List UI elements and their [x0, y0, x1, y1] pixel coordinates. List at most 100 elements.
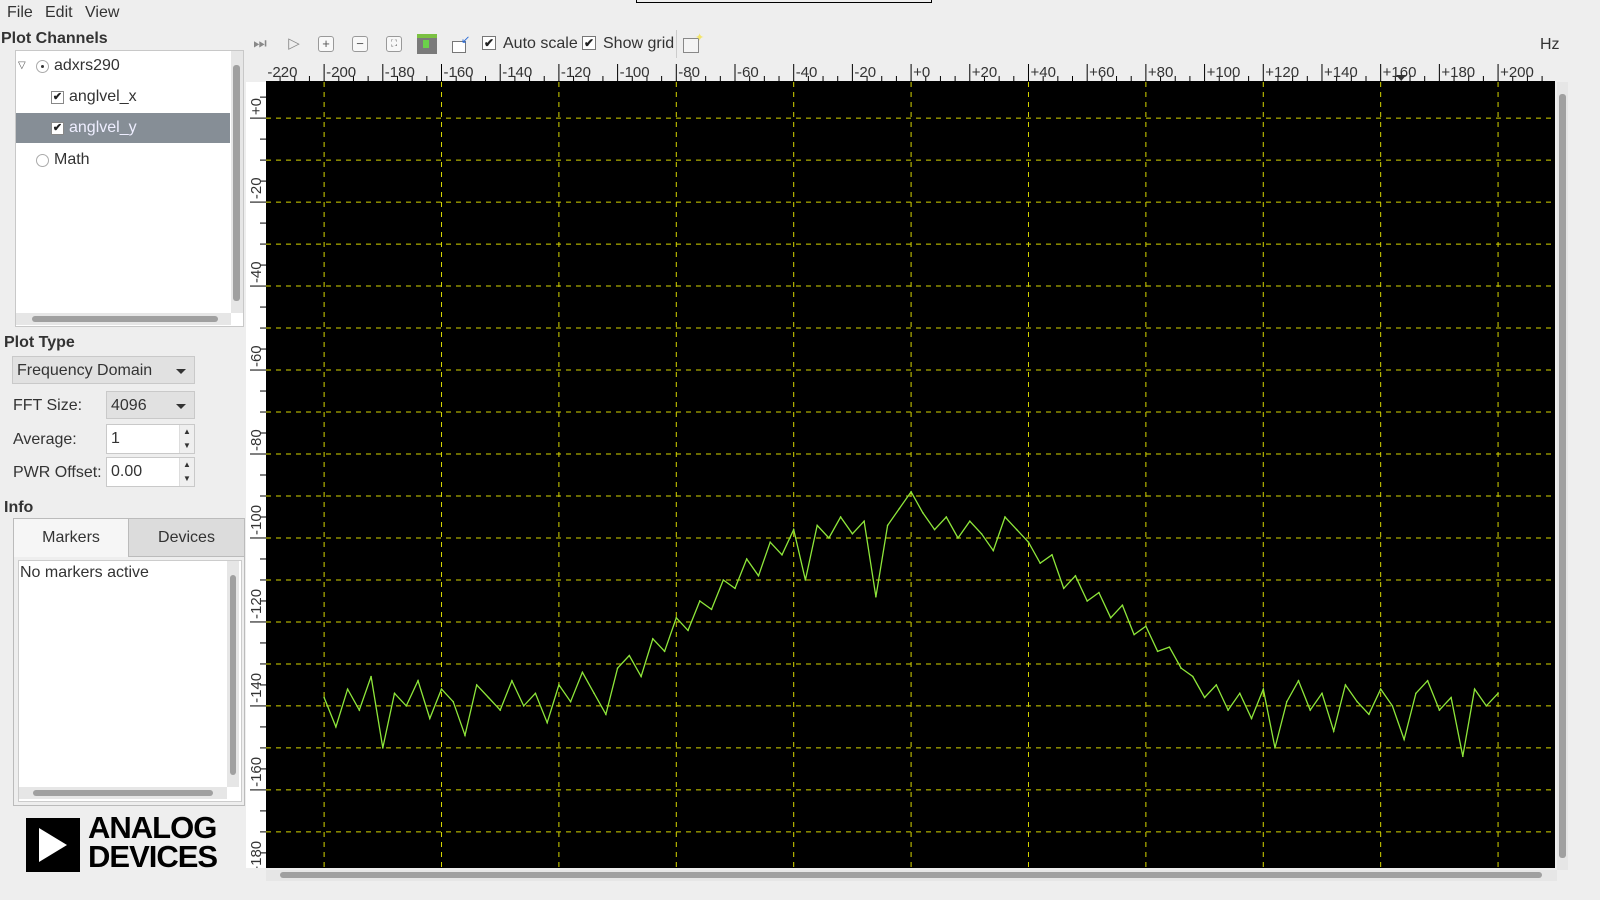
auto-scale-checkbox[interactable]: ✔ — [482, 36, 496, 50]
data-point — [370, 675, 372, 678]
chevron-down-icon — [176, 404, 186, 409]
new-window-icon[interactable]: ✦ — [683, 32, 704, 53]
radio-device[interactable] — [36, 60, 49, 73]
zoom-in-icon[interactable]: + — [318, 36, 334, 52]
channel-label: anglvel_x — [69, 88, 137, 105]
channel-tree[interactable]: ▽ adxrs290 ✔ anglvel_x ✔ anglvel_y Math — [15, 50, 244, 327]
markers-text-area[interactable]: No markers active — [18, 560, 242, 802]
data-point — [968, 520, 971, 522]
spin-arrows-icon[interactable]: ▲ ▼ — [179, 425, 194, 453]
spin-arrows-icon[interactable]: ▲ ▼ — [179, 458, 194, 486]
checkbox-anglvel-x[interactable]: ✔ — [51, 91, 64, 104]
data-point — [1391, 705, 1394, 707]
data-point — [769, 541, 772, 543]
x-tick-label: -180 — [385, 64, 415, 81]
peak-marker-icon[interactable]: ↙ — [452, 34, 470, 53]
data-point — [628, 654, 631, 657]
data-point — [1098, 591, 1100, 594]
math-label: Math — [54, 151, 90, 168]
fast-forward-icon[interactable]: ⏭ — [250, 34, 270, 54]
data-point — [1121, 604, 1124, 606]
data-point — [1426, 679, 1429, 682]
data-point — [922, 511, 924, 514]
data-point — [698, 600, 701, 602]
data-point — [1051, 553, 1053, 556]
data-point — [487, 696, 490, 699]
menu-file[interactable]: File — [7, 4, 33, 22]
plot-vertical-scrollbar[interactable] — [1557, 82, 1568, 870]
data-point — [1415, 692, 1417, 695]
y-tick-label: -140 — [248, 673, 265, 703]
show-grid-label[interactable]: Show grid — [603, 35, 674, 53]
tree-item-anglvel-y[interactable]: ✔ anglvel_y — [16, 113, 230, 143]
data-point — [1180, 667, 1182, 669]
x-tick-label: +0 — [913, 64, 930, 81]
plot-type-dropdown[interactable]: Frequency Domain — [12, 356, 195, 384]
data-point — [1309, 709, 1312, 711]
data-point — [745, 558, 748, 560]
tree-item-math[interactable]: Math — [16, 145, 230, 175]
data-point — [616, 667, 619, 669]
zoom-out-icon[interactable]: − — [352, 36, 368, 52]
data-point — [1109, 616, 1112, 619]
data-point — [593, 692, 595, 695]
data-point — [428, 717, 431, 720]
data-point — [1215, 684, 1218, 686]
pwr-offset-spinner[interactable]: 0.00 ▲ ▼ — [106, 457, 195, 487]
x-tick-label: +20 — [972, 64, 997, 81]
data-point — [1156, 650, 1159, 653]
zoom-fit-icon[interactable]: ⛶ — [386, 36, 402, 52]
tree-vertical-scrollbar[interactable] — [231, 51, 243, 313]
data-point — [1039, 562, 1042, 564]
data-point — [534, 692, 537, 695]
data-point — [1192, 675, 1194, 678]
radio-math[interactable] — [36, 154, 49, 167]
data-point — [1062, 587, 1065, 590]
data-point — [1027, 541, 1030, 543]
tab-devices[interactable]: Devices — [129, 519, 244, 557]
checkbox-anglvel-y[interactable]: ✔ — [51, 122, 64, 135]
x-axis-ruler[interactable]: -220 -200 -180 -160 -140 -120 -100 -80 -60 -40 -20… — [266, 60, 1555, 82]
auto-scale-label[interactable]: Auto scale — [503, 35, 578, 53]
y-tick-label: +0 — [248, 98, 265, 115]
unit-label: Hz — [1540, 36, 1560, 53]
data-point — [816, 524, 818, 527]
x-tick-label: -100 — [620, 64, 650, 81]
show-grid-checkbox[interactable]: ✔ — [582, 36, 596, 50]
data-point — [1015, 528, 1018, 531]
data-point — [663, 650, 666, 653]
tree-item-anglvel-x[interactable]: ✔ anglvel_x — [16, 82, 230, 112]
data-point — [710, 608, 713, 611]
data-point — [640, 675, 642, 678]
menu-edit[interactable]: Edit — [45, 4, 73, 22]
plot-horizontal-scrollbar[interactable] — [266, 870, 1557, 881]
tree-item-device[interactable]: ▽ adxrs290 — [16, 51, 230, 81]
spectrum-plot[interactable] — [266, 82, 1555, 868]
markers-vertical-scrollbar[interactable] — [227, 561, 239, 787]
plot-background — [266, 82, 1555, 868]
fft-size-dropdown[interactable]: 4096 — [106, 391, 195, 419]
data-point — [992, 549, 995, 552]
x-tick-label: -60 — [737, 64, 759, 81]
y-tick-label: -100 — [248, 505, 265, 535]
expander-icon[interactable]: ▽ — [18, 51, 26, 81]
markers-horizontal-scrollbar[interactable] — [19, 787, 227, 799]
menu-view[interactable]: View — [85, 4, 119, 22]
x-tick-label: -80 — [678, 64, 700, 81]
tree-horizontal-scrollbar[interactable] — [16, 313, 231, 325]
play-icon[interactable]: ▷ — [284, 34, 304, 54]
analog-devices-logo-icon — [26, 818, 80, 872]
markers-status: No markers active — [20, 564, 149, 581]
y-axis-ruler[interactable]: +0 -20 -40 -60 -80 -100 -120 -140 -160 -180 — [246, 82, 266, 868]
data-point — [1203, 696, 1206, 699]
average-value[interactable]: 1 — [111, 430, 120, 447]
data-point — [1332, 730, 1335, 732]
tab-markers[interactable]: Markers — [14, 519, 129, 557]
save-icon[interactable] — [417, 34, 437, 54]
data-point — [1379, 688, 1382, 690]
average-spinner[interactable]: 1 ▲ ▼ — [106, 424, 195, 454]
pwr-offset-value[interactable]: 0.00 — [111, 463, 142, 480]
chevron-down-icon — [176, 369, 186, 374]
pwr-offset-label: PWR Offset: — [13, 464, 102, 481]
data-point — [1145, 625, 1147, 627]
